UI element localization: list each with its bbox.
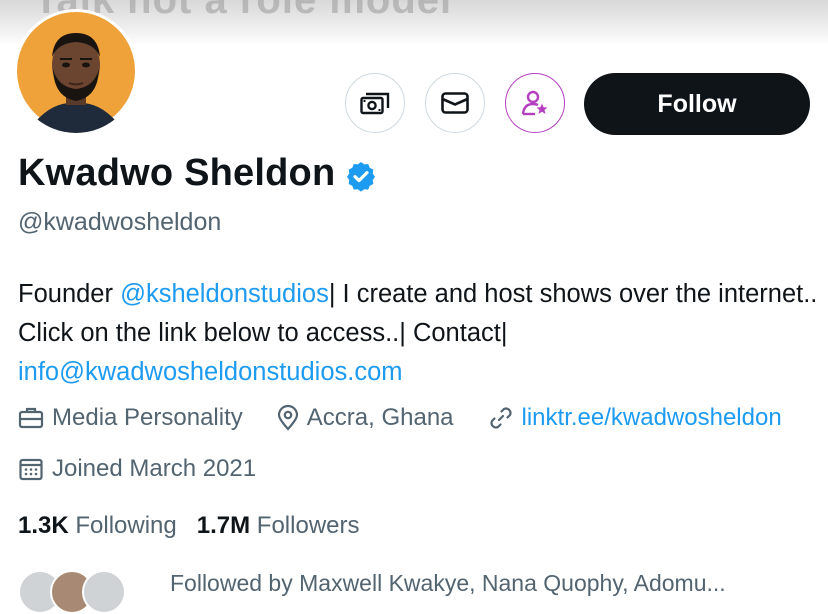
followers-stat[interactable]: 1.7M Followers xyxy=(197,512,360,540)
display-name: Kwadwo Sheldon xyxy=(18,152,336,194)
mail-icon xyxy=(441,92,469,114)
followed-by-row[interactable]: Followed by Maxwell Kwakye, Nana Quophy,… xyxy=(18,570,726,614)
following-stat[interactable]: 1.3K Following xyxy=(18,512,177,540)
avatar[interactable] xyxy=(14,9,138,133)
joined-label: Joined March 2021 xyxy=(52,455,257,482)
mini-avatar xyxy=(82,570,126,614)
message-button[interactable] xyxy=(425,73,485,133)
bio-text: Founder xyxy=(18,280,121,308)
joined-row: Joined March 2021 xyxy=(18,455,290,483)
category-item: Media Personality xyxy=(18,404,243,432)
location-label: Accra, Ghana xyxy=(306,404,454,431)
bio-mention-link[interactable]: @ksheldonstudios xyxy=(120,280,329,308)
avatar-illustration xyxy=(17,12,135,133)
category-label: Media Personality xyxy=(52,404,243,431)
website-item[interactable]: linktr.ee/kwadwosheldon xyxy=(488,404,782,432)
following-label: Following xyxy=(75,512,177,539)
location-pin-icon xyxy=(277,405,298,431)
follow-stats: 1.3K Following 1.7M Followers xyxy=(18,512,380,540)
link-icon xyxy=(489,407,512,429)
subscribe-button[interactable] xyxy=(505,73,565,133)
following-count: 1.3K xyxy=(18,512,69,539)
website-link[interactable]: linktr.ee/kwadwosheldon xyxy=(522,404,782,432)
bio-email-link[interactable]: info@kwadwosheldonstudios.com xyxy=(18,358,403,386)
user-handle: @kwadwosheldon xyxy=(18,208,222,236)
location-item: Accra, Ghana xyxy=(277,404,454,432)
followed-by-avatars xyxy=(18,570,126,614)
money-icon xyxy=(360,92,390,115)
calendar-icon xyxy=(19,458,43,481)
subscribe-star-icon xyxy=(521,90,548,116)
money-button[interactable] xyxy=(345,73,405,133)
name-row: Kwadwo Sheldon xyxy=(18,152,377,195)
verified-badge-icon[interactable] xyxy=(345,160,377,192)
follow-button[interactable]: Follow xyxy=(584,73,810,135)
briefcase-icon xyxy=(18,407,44,429)
profile-meta-row: Media Personality Accra, Ghana linktr.ee… xyxy=(18,404,816,432)
bio: Founder @ksheldonstudios| I create and h… xyxy=(18,275,818,392)
joined-item: Joined March 2021 xyxy=(18,455,256,483)
followers-count: 1.7M xyxy=(196,512,251,539)
followers-label: Followers xyxy=(256,512,360,539)
